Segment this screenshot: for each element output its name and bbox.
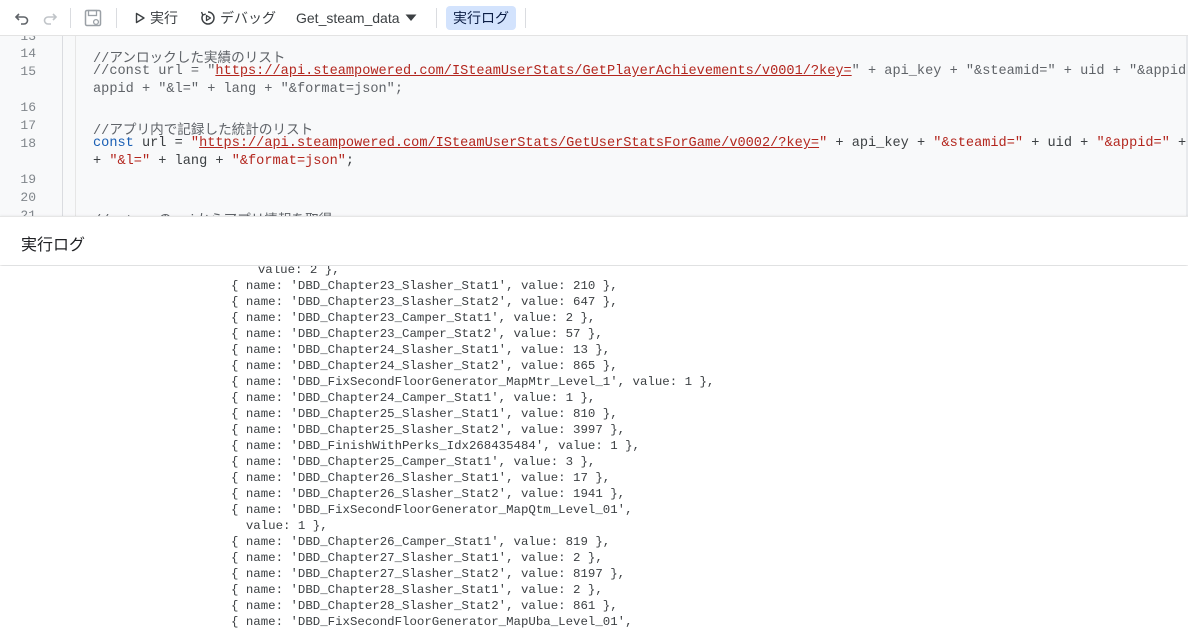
code-keyword: const: [93, 136, 134, 151]
line-number: 17: [20, 118, 36, 133]
code-text: + uid +: [1023, 136, 1097, 151]
function-name: Get_steam_data: [296, 10, 400, 26]
run-label: 実行: [150, 10, 178, 26]
dropdown-caret-icon: [405, 14, 417, 21]
indent-guide: [75, 36, 76, 216]
code-text: +: [93, 154, 110, 169]
toolbar-divider: [116, 8, 117, 28]
code-line-18-wrap: + "&l=" + lang + "&format=json";: [93, 154, 354, 169]
log-line: { name: 'DBD_Chapter26_Slasher_Stat2', v…: [231, 487, 626, 501]
code-line-18: const url = "https://api.steampowered.co…: [93, 136, 1188, 151]
log-line: { name: 'DBD_Chapter25_Camper_Stat1', va…: [231, 455, 596, 469]
line-number: 20: [20, 190, 36, 205]
code-editor[interactable]: 13 14 15 16 17 18 19 20 21 //アンロックした実績のリ…: [0, 36, 1188, 216]
log-line: { name: 'DBD_FixSecondFloorGenerator_Map…: [231, 503, 633, 517]
code-string: "&l=": [109, 154, 151, 169]
log-line: { name: 'DBD_Chapter23_Camper_Stat2', va…: [231, 327, 603, 341]
toolbar-divider: [436, 8, 437, 28]
log-line: { name: 'DBD_Chapter24_Camper_Stat1', va…: [231, 391, 596, 405]
redo-icon[interactable]: [42, 0, 58, 36]
line-number: 21: [20, 208, 36, 216]
debug-button[interactable]: デバッグ: [200, 0, 276, 36]
code-string: "&steamid=": [933, 136, 1024, 151]
save-icon[interactable]: [83, 0, 103, 36]
code-text: + api_key +: [827, 136, 934, 151]
code-string: ": [190, 136, 200, 151]
code-text: + lang +: [150, 154, 232, 169]
code-line-15-wrap: appid + "&l=" + lang + "&format=json";: [93, 82, 403, 97]
line-number: 13: [20, 36, 36, 44]
debug-label: デバッグ: [220, 10, 276, 26]
code-text: ;: [345, 154, 355, 169]
log-line: value: 2 },: [243, 266, 340, 277]
run-button[interactable]: 実行: [134, 0, 178, 36]
log-line: { name: 'DBD_Chapter26_Camper_Stat1', va…: [231, 535, 611, 549]
line-number: 16: [20, 100, 36, 115]
line-number: 14: [20, 46, 36, 61]
code-text: url =: [133, 136, 191, 151]
api-url-link[interactable]: https://api.steampowered.com/ISteamUserS…: [199, 136, 819, 151]
log-line: { name: 'DBD_Chapter25_Slasher_Stat1', v…: [231, 407, 618, 421]
line-number: 18: [20, 136, 36, 151]
gutter-divider: [62, 36, 63, 216]
log-line: { name: 'DBD_Chapter27_Slasher_Stat2', v…: [231, 567, 626, 581]
log-line: { name: 'DBD_Chapter23_Slasher_Stat1', v…: [231, 279, 618, 293]
code-comment: //const url = ": [93, 64, 216, 79]
log-line: { name: 'DBD_Chapter28_Slasher_Stat2', v…: [231, 599, 618, 613]
toolbar-divider: [70, 8, 71, 28]
log-line: value: 1 },: [231, 519, 328, 533]
code-string: ": [819, 136, 828, 151]
code-string: "&format=json": [231, 154, 346, 169]
execution-log-output[interactable]: value: 2 }, { name: 'DBD_Chapter23_Slash…: [0, 266, 1188, 632]
log-line: { name: 'DBD_Chapter28_Slasher_Stat1', v…: [231, 583, 603, 597]
log-line: { name: 'DBD_Chapter27_Slasher_Stat1', v…: [231, 551, 603, 565]
api-url-link[interactable]: https://api.steampowered.com/ISteamUserS…: [215, 64, 851, 79]
code-line-21: // steamのapiからアプリ情報を取得: [93, 208, 332, 216]
log-line: { name: 'DBD_FinishWithPerks_Idx26843548…: [231, 439, 640, 453]
code-comment: " + api_key + "&steamid=" + uid + "&appi…: [851, 64, 1188, 79]
code-string: "&appid=": [1096, 136, 1170, 151]
log-line: { name: 'DBD_Chapter23_Slasher_Stat2', v…: [231, 295, 618, 309]
toolbar: 実行 デバッグ Get_steam_data 実行ログ: [0, 0, 1188, 36]
log-line: { name: 'DBD_Chapter24_Slasher_Stat1', v…: [231, 343, 611, 357]
line-number: 15: [20, 64, 36, 79]
debug-icon: [200, 11, 215, 25]
execution-log-header: 実行ログ: [0, 216, 1188, 265]
line-number-gutter: 13 14 15 16 17 18 19 20 21: [0, 36, 62, 216]
log-line: { name: 'DBD_FixSecondFloorGenerator_Map…: [231, 375, 715, 389]
log-line: { name: 'DBD_Chapter23_Camper_Stat1', va…: [231, 311, 596, 325]
log-line: { name: 'DBD_Chapter25_Slasher_Stat2', v…: [231, 423, 626, 437]
execution-log-button[interactable]: 実行ログ: [446, 6, 516, 30]
code-line-15: //const url = "https://api.steampowered.…: [93, 64, 1188, 79]
log-line: { name: 'DBD_FixSecondFloorGenerator_Map…: [231, 615, 633, 629]
toolbar-divider: [525, 8, 526, 28]
line-number: 19: [20, 172, 36, 187]
undo-icon[interactable]: [14, 0, 30, 36]
log-line: { name: 'DBD_Chapter26_Slasher_Stat1', v…: [231, 471, 611, 485]
function-select[interactable]: Get_steam_data: [296, 0, 417, 36]
play-icon: [135, 12, 145, 24]
execution-log-title: 実行ログ: [21, 237, 86, 254]
log-line: { name: 'DBD_Chapter24_Slasher_Stat2', v…: [231, 359, 618, 373]
